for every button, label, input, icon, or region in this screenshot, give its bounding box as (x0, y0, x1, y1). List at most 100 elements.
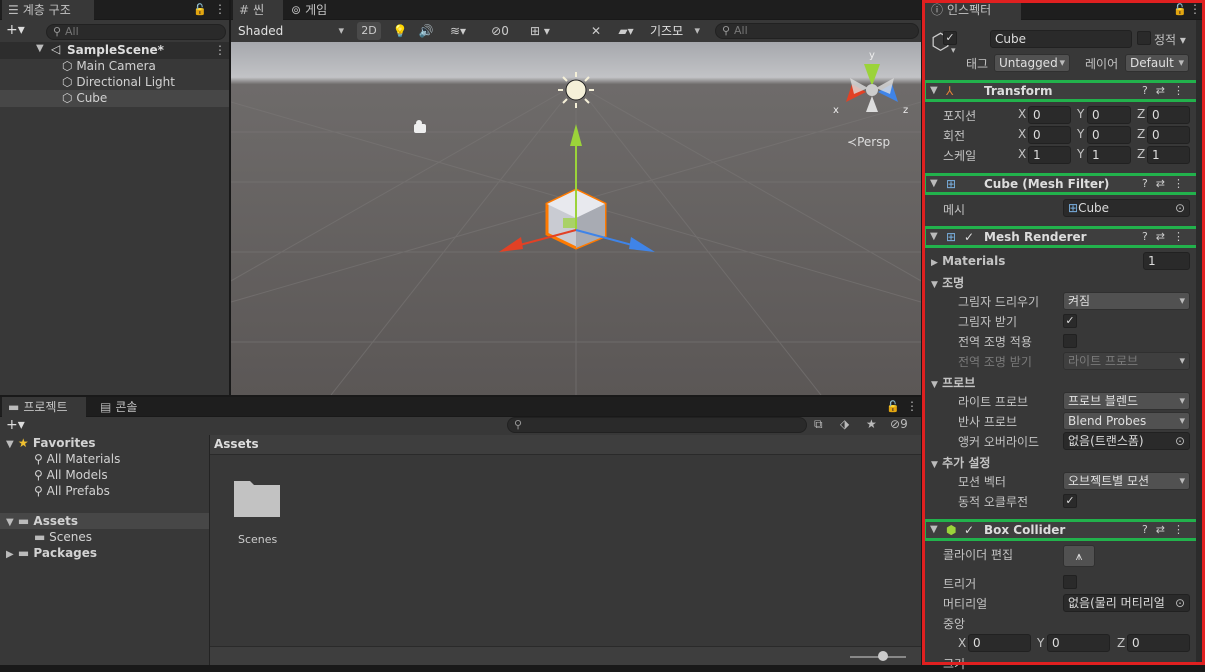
grid-snap-icon[interactable]: ⊞ ▾ (523, 22, 557, 40)
materials-foldout[interactable]: ▶ Materials (931, 254, 1005, 268)
hierarchy-item[interactable]: ⬡ Directional Light (62, 75, 175, 89)
position-x-field[interactable]: 0 (1028, 106, 1071, 124)
scale-z-field[interactable]: 1 (1147, 146, 1190, 164)
search-by-type-icon[interactable]: ⧉ (814, 417, 823, 432)
object-name-field[interactable]: Cube (990, 30, 1132, 48)
center-z-field[interactable]: 0 (1127, 634, 1190, 652)
tools-icon[interactable]: ✕ (587, 22, 605, 40)
favorite-item[interactable]: ⚲ All Prefabs (34, 484, 110, 498)
trigger-checkbox[interactable] (1063, 575, 1077, 589)
dynamic-occlusion-checkbox[interactable]: ✓ (1063, 494, 1077, 508)
physics-material-field[interactable]: 없음(물리 머티리얼 (1063, 594, 1190, 612)
additional-settings-foldout[interactable]: ▼ 추가 설정 (931, 454, 990, 471)
anchor-override-field[interactable]: 없음(트랜스폼) (1063, 432, 1190, 450)
create-button[interactable]: +▾ (6, 417, 25, 433)
orientation-gizmo[interactable] (846, 64, 898, 112)
kebab-menu-icon[interactable]: ⋮ (214, 2, 226, 16)
component-actions[interactable]: ?⇄⋮ (1142, 522, 1192, 538)
icon-dropdown-arrow[interactable]: ▾ (951, 46, 956, 56)
favorites-row[interactable]: ▼ ★ Favorites (6, 436, 96, 450)
scene-row[interactable]: ▼ ◁ SampleScene* ⋮ (0, 42, 229, 59)
kebab-menu-icon[interactable]: ⋮ (1189, 2, 1201, 16)
expand-arrow-icon[interactable]: ▼ (930, 83, 938, 99)
scene-viewport[interactable]: y x z ≺Persp (231, 42, 921, 395)
transform-header[interactable]: ▼ ⅄ Transform ?⇄⋮ (923, 80, 1203, 102)
scale-y-field[interactable]: 1 (1087, 146, 1131, 164)
tag-dropdown[interactable]: Untagged (994, 54, 1070, 72)
enabled-checkbox[interactable]: ✓ (964, 522, 974, 538)
lock-icon[interactable]: 🔓 (193, 3, 207, 16)
receive-shadows-checkbox[interactable]: ✓ (1063, 314, 1077, 328)
star-icon[interactable]: ★ (866, 417, 877, 431)
edit-collider-button[interactable]: ⩚ (1063, 545, 1095, 567)
component-actions[interactable]: ?⇄⋮ (1142, 176, 1192, 192)
kebab-menu-icon[interactable]: ⋮ (906, 399, 918, 413)
active-checkbox[interactable]: ✓ (943, 31, 957, 45)
scale-x-field[interactable]: 1 (1028, 146, 1071, 164)
lighting-foldout[interactable]: ▼ 조명 (931, 274, 964, 291)
box-collider-header[interactable]: ▼ ⬢ ✓ Box Collider ?⇄⋮ (923, 519, 1203, 541)
lock-icon[interactable]: 🔓 (1173, 3, 1187, 16)
lock-icon[interactable]: 🔓 (886, 400, 900, 413)
lighting-toggle-icon[interactable]: 💡 (391, 22, 409, 40)
tab-inspector[interactable]: ⓘ 인스펙터 (925, 0, 1021, 20)
mesh-filter-header[interactable]: ▼ ⊞ Cube (Mesh Filter) ?⇄⋮ (923, 173, 1203, 195)
effects-dropdown-icon[interactable]: ≋▾ (443, 22, 473, 40)
materials-size-field[interactable]: 1 (1143, 252, 1190, 270)
favorite-item[interactable]: ⚲ All Models (34, 468, 108, 482)
hidden-packages-icon[interactable]: ⊘9 (890, 417, 908, 431)
position-y-field[interactable]: 0 (1087, 106, 1131, 124)
camera-gizmo-icon[interactable] (414, 120, 426, 133)
static-label[interactable]: 정적 ▾ (1154, 31, 1186, 48)
tab-hierarchy[interactable]: ☰ 계층 구조 (2, 0, 94, 20)
hierarchy-item[interactable]: ⬡ Main Camera (62, 59, 156, 73)
hidden-objects-icon[interactable]: ⊘0 (485, 22, 515, 40)
tab-console[interactable]: ▤ 콘솔 (94, 397, 154, 417)
light-probes-dropdown[interactable]: 프로브 블렌드 (1063, 392, 1190, 410)
contribute-gi-checkbox[interactable] (1063, 334, 1077, 348)
tab-scene[interactable]: # 씬 (233, 0, 283, 20)
object-picker-icon[interactable]: ⊙ (1175, 201, 1185, 215)
mesh-object-field[interactable]: ⊞Cube (1063, 199, 1190, 217)
enabled-checkbox[interactable]: ✓ (964, 229, 974, 245)
scene-menu-icon[interactable]: ⋮ (214, 43, 226, 57)
expand-arrow-icon[interactable]: ▼ (930, 176, 938, 192)
tab-project[interactable]: ▬ 프로젝트 (2, 397, 86, 417)
rotation-x-field[interactable]: 0 (1028, 126, 1071, 144)
mesh-renderer-header[interactable]: ▼ ⊞ ✓ Mesh Renderer ?⇄⋮ (923, 226, 1203, 248)
shading-dropdown[interactable]: Shaded (233, 22, 349, 40)
object-picker-icon[interactable]: ⊙ (1175, 596, 1186, 610)
expand-arrow-icon[interactable]: ▼ (36, 43, 44, 54)
2d-toggle-button[interactable]: 2D (357, 22, 381, 40)
rotation-y-field[interactable]: 0 (1087, 126, 1131, 144)
scenes-folder-row[interactable]: ▬ Scenes (34, 530, 92, 544)
scene-search-input[interactable]: All (715, 23, 919, 39)
center-x-field[interactable]: 0 (968, 634, 1031, 652)
project-search-input[interactable] (507, 417, 807, 433)
component-actions[interactable]: ?⇄⋮ (1142, 83, 1192, 99)
expand-arrow-icon[interactable]: ▼ (930, 522, 938, 538)
gizmos-dropdown[interactable]: 기즈모 (645, 22, 705, 40)
expand-arrow-icon[interactable]: ▼ (930, 229, 938, 245)
motion-vectors-dropdown[interactable]: 오브젝트별 모션 (1063, 472, 1190, 490)
hierarchy-item-selected[interactable]: ⬡ Cube (0, 90, 229, 107)
packages-row[interactable]: ▶ ▬ Packages (6, 546, 97, 560)
probes-foldout[interactable]: ▼ 프로브 (931, 374, 975, 391)
assets-row[interactable]: ▼ ▬ Assets (0, 513, 209, 529)
center-y-field[interactable]: 0 (1047, 634, 1110, 652)
add-button[interactable]: +▾ (6, 22, 25, 38)
zoom-slider-handle[interactable] (878, 651, 888, 661)
scenes-folder-tile[interactable] (232, 475, 282, 521)
position-z-field[interactable]: 0 (1147, 106, 1190, 124)
audio-toggle-icon[interactable]: 🔊 (417, 22, 435, 40)
hierarchy-search-input[interactable]: All (46, 24, 226, 40)
reflection-probes-dropdown[interactable]: Blend Probes (1063, 412, 1190, 430)
perspective-toggle[interactable]: ≺Persp (847, 135, 890, 149)
static-checkbox[interactable] (1137, 31, 1151, 45)
tab-game[interactable]: ⊚ 게임 (285, 0, 341, 20)
cast-shadows-dropdown[interactable]: 켜짐 (1063, 292, 1190, 310)
object-picker-icon[interactable]: ⊙ (1175, 434, 1185, 448)
rotation-z-field[interactable]: 0 (1147, 126, 1190, 144)
favorite-item[interactable]: ⚲ All Materials (34, 452, 120, 466)
layer-dropdown[interactable]: Default (1125, 54, 1189, 72)
